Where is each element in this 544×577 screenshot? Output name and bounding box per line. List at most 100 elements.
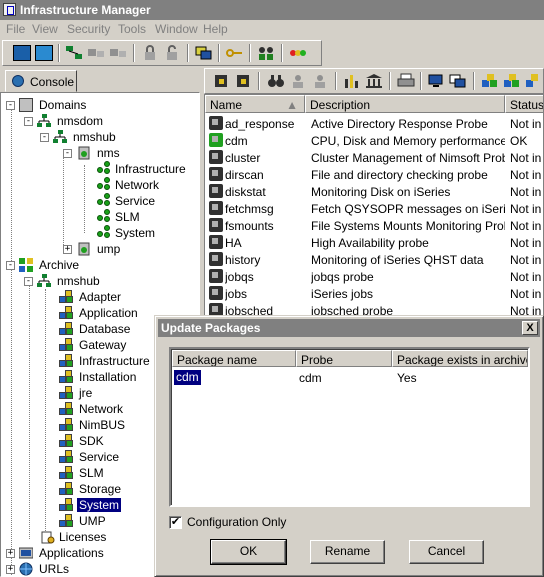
bar-chart-icon[interactable]: [343, 73, 361, 89]
table-row[interactable]: cdm CPU, Disk and Memory performance ... O…: [205, 132, 543, 149]
console-view-icon[interactable]: [13, 45, 31, 61]
probe-cell: cdm: [299, 371, 322, 385]
tree-label: Network: [115, 178, 160, 192]
table-row[interactable]: fsmounts File Systems Mounts Monitoring P…: [205, 217, 543, 234]
user-remove-icon[interactable]: [311, 73, 329, 89]
tree-label: NimBUS: [79, 418, 126, 432]
app-icon: [3, 3, 16, 16]
split-view-icon[interactable]: [35, 45, 53, 61]
collapse-toggle[interactable]: -: [24, 117, 33, 126]
tab-console-label: Console: [30, 75, 75, 89]
tree-line: [29, 277, 30, 539]
toolbar-separator: [420, 72, 422, 90]
tree-label: Licenses: [59, 530, 107, 544]
applications-icon: [18, 546, 34, 560]
probe-description: Active Directory Response Probe: [311, 117, 488, 131]
dialog-title: Update Packages: [161, 321, 261, 335]
table-row[interactable]: jobqs jobqs probe Not in a: [205, 268, 543, 285]
tree-label: Archive: [39, 258, 80, 272]
table-row[interactable]: fetchmsg Fetch QSYSOPR messages on iSerie…: [205, 200, 543, 217]
probe-group-icon: [97, 193, 111, 207]
probe-description: High Availability probe: [311, 236, 429, 250]
bank-icon[interactable]: [365, 73, 383, 89]
probe-name: jobs: [225, 287, 248, 301]
probe-list[interactable]: Name ▲ Description Status ad_response Acti…: [204, 94, 544, 324]
add-icon[interactable]: [213, 73, 231, 89]
users-icon[interactable]: [257, 45, 275, 61]
column-header-description[interactable]: Description: [305, 95, 505, 113]
cancel-button[interactable]: Cancel: [409, 540, 484, 564]
package-group-icon: [59, 370, 74, 384]
network-icon[interactable]: [65, 45, 83, 61]
tab-console[interactable]: Console: [5, 70, 77, 92]
table-row[interactable]: ad_response Active Directory Response Pro…: [205, 115, 543, 132]
collapse-toggle[interactable]: -: [24, 277, 33, 286]
collapse-toggle[interactable]: -: [40, 133, 49, 142]
menu-window[interactable]: Window: [155, 22, 198, 36]
menu-security[interactable]: Security: [67, 22, 110, 36]
package-add-icon[interactable]: [503, 73, 521, 89]
menu-view[interactable]: View: [32, 22, 58, 36]
disconnect-icon[interactable]: [87, 45, 105, 61]
menu-help[interactable]: Help: [203, 22, 228, 36]
collapse-toggle[interactable]: -: [6, 261, 15, 270]
toolbar-separator: [58, 44, 60, 62]
probe-description: Cluster Management of Nimsoft Probes: [311, 151, 505, 165]
package-group-icon: [59, 450, 74, 464]
column-header-probe[interactable]: Probe: [296, 350, 392, 367]
tree-label: SDK: [79, 434, 104, 448]
hub-icon[interactable]: [109, 45, 127, 61]
configuration-only-checkbox[interactable]: ✔: [169, 516, 182, 529]
package-icon[interactable]: [481, 73, 499, 89]
probe-icon: [209, 235, 223, 249]
packages-table[interactable]: Package name Probe Package exists in arc…: [169, 347, 530, 507]
table-row[interactable]: dirscan File and directory checking probe…: [205, 166, 543, 183]
ok-button[interactable]: OK: [210, 539, 287, 565]
column-header-status[interactable]: Status: [505, 95, 543, 113]
package-edit-icon[interactable]: [525, 73, 543, 89]
monitor-icon[interactable]: [427, 73, 445, 89]
print-icon[interactable]: [397, 73, 415, 89]
column-header-package-exists[interactable]: Package exists in archive: [392, 350, 528, 367]
user-icon[interactable]: [289, 73, 307, 89]
expand-toggle[interactable]: +: [6, 549, 15, 558]
unlock-icon[interactable]: [163, 45, 181, 61]
toolbar-separator: [335, 72, 337, 90]
package-group-icon: [59, 322, 74, 336]
menu-tools[interactable]: Tools: [118, 22, 146, 36]
package-name-cell[interactable]: cdm: [174, 370, 201, 385]
collapse-toggle[interactable]: -: [6, 101, 15, 110]
left-tabbar: Console: [0, 68, 200, 92]
traffic-light-icon[interactable]: [289, 45, 307, 61]
windows-icon[interactable]: [449, 73, 467, 89]
table-row[interactable]: cdm cdm Yes: [171, 369, 528, 386]
column-header-package-name[interactable]: Package name: [172, 350, 296, 367]
expand-toggle[interactable]: +: [63, 245, 72, 254]
expand-toggle[interactable]: +: [6, 565, 15, 574]
edit-icon[interactable]: [235, 73, 253, 89]
binoculars-icon[interactable]: [267, 73, 285, 89]
package-group-icon: [59, 434, 74, 448]
table-row[interactable]: history Monitoring of iSeries QHST data No…: [205, 251, 543, 268]
tree-label: Network: [79, 402, 124, 416]
probe-description: CPU, Disk and Memory performance ...: [311, 134, 505, 148]
globe-icon: [12, 75, 24, 87]
probe-name: fsmounts: [225, 219, 274, 233]
collapse-toggle[interactable]: -: [63, 149, 72, 158]
menu-file[interactable]: File: [6, 22, 25, 36]
table-row[interactable]: HA High Availability probe Not in a: [205, 234, 543, 251]
windows-icon[interactable]: [195, 45, 213, 61]
table-row[interactable]: diskstat Monitoring Disk on iSeries Not in…: [205, 183, 543, 200]
tree-line: [63, 149, 64, 245]
rename-button[interactable]: Rename: [310, 540, 385, 564]
column-header-label: Description: [310, 98, 371, 112]
probe-icon: [209, 218, 223, 232]
probe-group-icon: [97, 209, 111, 223]
table-row[interactable]: jobs iSeries jobs Not in a: [205, 285, 543, 302]
close-icon[interactable]: X: [522, 321, 538, 335]
key-icon[interactable]: [225, 45, 243, 61]
toolbar-separator: [389, 72, 391, 90]
column-header-name[interactable]: Name ▲: [205, 95, 305, 113]
lock-icon[interactable]: [141, 45, 159, 61]
table-row[interactable]: cluster Cluster Management of Nimsoft Pro…: [205, 149, 543, 166]
